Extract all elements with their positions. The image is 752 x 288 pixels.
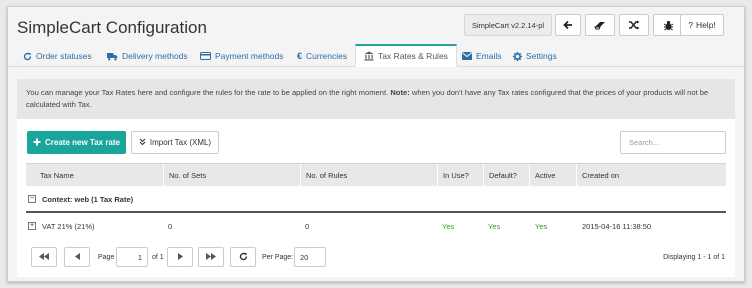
clear-cache-button[interactable] (585, 14, 615, 36)
euro-icon: € (297, 51, 303, 61)
rules-cell: 0 (305, 221, 310, 231)
group-label: Context: web (1 Tax Rate) (42, 194, 134, 204)
refresh-icon (23, 52, 32, 61)
tax-name: VAT 21% (21%) (42, 221, 95, 231)
arrow-left-icon (563, 20, 573, 30)
help-label: Help! (695, 20, 716, 30)
tab-currencies[interactable]: € Currencies (297, 45, 347, 67)
tab-tax-rates-rules[interactable]: Tax Rates & Rules (355, 44, 457, 67)
search-input[interactable] (620, 131, 726, 154)
tab-bar: Order statuses Delivery methods Payment … (8, 43, 744, 67)
pagination-bar: Page of 1 Per Page: Displaying 1 - 1 of (17, 245, 735, 269)
debug-button[interactable] (653, 14, 683, 36)
collapse-icon[interactable]: − (28, 195, 36, 203)
plus-icon (33, 138, 41, 148)
chevron-left-icon (74, 252, 80, 262)
tab-settings[interactable]: Settings (513, 45, 557, 67)
gear-icon (513, 51, 522, 61)
in-use-cell: Yes (442, 221, 455, 231)
tax-name-cell: + VAT 21% (21%) (28, 215, 95, 237)
active-cell: Yes (535, 221, 548, 231)
created-on-cell: 2015-04-16 11:38:50 (582, 221, 652, 231)
next-page-button[interactable] (167, 247, 193, 267)
tab-label: Payment methods (215, 51, 284, 61)
table-row[interactable]: + VAT 21% (21%) 0 0 Yes Yes Yes 2015-04-… (26, 215, 726, 237)
tax-rates-panel: Create new Tax rate Import Tax (XML) Tax… (17, 119, 735, 277)
tab-label: Currencies (306, 51, 348, 61)
first-page-button[interactable] (31, 247, 57, 267)
default-cell: Yes (488, 221, 501, 231)
column-header-created-on[interactable]: Created on (576, 164, 726, 187)
credit-card-icon (200, 52, 211, 60)
help-button[interactable]: ? Help! (680, 14, 724, 36)
version-badge: SimpleCart v2.2.14-pl (464, 14, 552, 36)
refresh-button[interactable] (230, 247, 256, 267)
column-header-default[interactable]: Default? (483, 164, 529, 187)
double-chevron-right-icon (206, 252, 216, 262)
page-label: Page (98, 253, 115, 261)
shuffle-button[interactable] (619, 14, 649, 36)
app-header: SimpleCart Configuration SimpleCart v2.2… (8, 7, 744, 45)
group-row[interactable]: − Context: web (1 Tax Rate) (26, 187, 726, 213)
last-page-button[interactable] (198, 247, 224, 267)
column-header-sets[interactable]: No. of Sets (163, 164, 300, 187)
previous-page-button[interactable] (64, 247, 90, 267)
double-chevron-left-icon (39, 252, 49, 262)
per-page-input[interactable] (294, 247, 326, 267)
display-count: Displaying 1 - 1 of 1 (663, 253, 725, 261)
tab-payment-methods[interactable]: Payment methods (200, 45, 284, 67)
random-icon (628, 20, 640, 30)
refresh-icon (239, 252, 248, 263)
notice-text: You can manage your Tax Rates here and c… (26, 88, 389, 97)
tab-label: Order statuses (36, 51, 92, 61)
page-title: SimpleCart Configuration (17, 18, 207, 37)
envelope-icon (462, 52, 472, 60)
eraser-icon (594, 20, 606, 30)
tab-delivery-methods[interactable]: Delivery methods (107, 45, 188, 67)
column-header-rules[interactable]: No. of Rules (300, 164, 437, 187)
column-header-tax-name[interactable]: Tax Name (26, 164, 163, 187)
create-tax-rate-button[interactable]: Create new Tax rate (27, 131, 126, 154)
tab-label: Delivery methods (122, 51, 188, 61)
import-label: Import Tax (XML) (149, 138, 212, 147)
page-number-input[interactable] (116, 247, 148, 267)
sets-cell: 0 (168, 221, 173, 231)
import-tax-button[interactable]: Import Tax (XML) (131, 131, 219, 154)
bug-icon (663, 20, 674, 31)
tab-label: Settings (526, 51, 557, 61)
bank-icon (364, 51, 374, 61)
tab-label: Emails (476, 51, 502, 61)
tab-order-statuses[interactable]: Order statuses (23, 45, 92, 67)
app-window: SimpleCart Configuration SimpleCart v2.2… (7, 6, 745, 282)
info-notice: You can manage your Tax Rates here and c… (17, 79, 735, 119)
table-header: Tax Name No. of Sets No. of Rules In Use… (26, 163, 726, 187)
notice-note-label: Note: (390, 88, 410, 97)
create-label: Create new Tax rate (45, 138, 120, 147)
question-icon: ? (688, 20, 693, 30)
expand-icon[interactable]: + (28, 222, 36, 230)
back-button[interactable] (555, 14, 581, 36)
truck-icon (107, 52, 118, 61)
tab-emails[interactable]: Emails (462, 45, 502, 67)
tab-label: Tax Rates & Rules (378, 51, 448, 61)
column-header-in-use[interactable]: In Use? (437, 164, 483, 187)
page-count-label: of 1 (152, 253, 164, 261)
chevron-right-icon (177, 252, 183, 262)
per-page-label: Per Page: (262, 253, 294, 261)
column-header-active[interactable]: Active (529, 164, 576, 187)
chevron-double-down-icon (139, 138, 146, 148)
